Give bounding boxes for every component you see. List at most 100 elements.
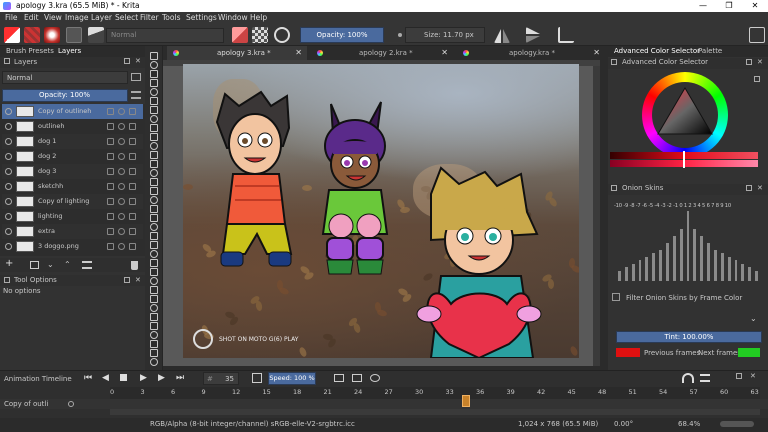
inherit-alpha-icon[interactable] (129, 108, 136, 115)
lock-icon[interactable] (107, 108, 114, 115)
maximize-button[interactable]: ❐ (716, 0, 742, 12)
menu-view[interactable]: View (44, 13, 62, 22)
close-tab-icon[interactable]: ✕ (441, 46, 448, 60)
inherit-alpha-icon[interactable] (129, 123, 136, 130)
layer-filter-icon[interactable] (131, 73, 141, 81)
alpha-lock-icon[interactable] (118, 198, 125, 205)
tab-apology-3[interactable]: apology 3.kra * ✕ (167, 46, 307, 60)
tab-palette[interactable]: Palette (698, 47, 722, 55)
inherit-alpha-icon[interactable] (129, 228, 136, 235)
pan-icon[interactable] (150, 358, 158, 366)
float-dock-icon[interactable] (124, 277, 130, 283)
onion-opacity-bar[interactable] (679, 228, 683, 281)
last-frame-icon[interactable]: ⏭ (176, 373, 184, 383)
close-button[interactable]: ✕ (742, 0, 768, 12)
hue-ring[interactable] (642, 72, 728, 158)
layer-properties-icon[interactable] (82, 261, 92, 269)
alpha-lock-icon[interactable] (118, 213, 125, 220)
freehand-path-icon[interactable] (150, 151, 158, 159)
menu-edit[interactable]: Edit (24, 13, 39, 22)
layer-row[interactable]: lighting (2, 209, 143, 224)
multibrush-icon[interactable] (150, 169, 158, 177)
drop-frames-icon[interactable] (252, 373, 262, 383)
ellipse-select-icon[interactable] (150, 286, 158, 294)
color-picker-icon[interactable] (150, 214, 158, 222)
audio-icon[interactable] (352, 374, 362, 382)
minimize-button[interactable]: — (690, 0, 716, 12)
layer-opacity-slider[interactable]: Opacity: 100% (2, 89, 128, 102)
menu-image[interactable]: Image (65, 13, 89, 22)
alpha-lock-icon[interactable] (118, 138, 125, 145)
eye-icon[interactable] (5, 138, 12, 145)
dock-menu-icon[interactable] (4, 277, 10, 283)
eye-icon[interactable] (5, 213, 12, 220)
gradient-tool-icon[interactable] (150, 205, 158, 213)
onion-opacity-bar[interactable] (638, 260, 642, 281)
canvas-image[interactable]: SHOT ON MOTO G(6) PLAY (183, 64, 579, 358)
fill-icon[interactable] (150, 241, 158, 249)
zoom-slider[interactable] (720, 421, 754, 427)
edit-brush-settings-icon[interactable] (66, 27, 82, 43)
lock-icon[interactable] (107, 228, 114, 235)
lock-icon[interactable] (107, 183, 114, 190)
polygon-icon[interactable] (150, 124, 158, 132)
ellipse-icon[interactable] (150, 115, 158, 123)
wrap-around-icon[interactable] (558, 27, 574, 43)
mirror-horizontal-icon[interactable] (494, 27, 510, 43)
menu-layer[interactable]: Layer (91, 13, 112, 22)
assistant-icon[interactable] (150, 250, 158, 258)
playback-speed-slider[interactable]: Speed: 100 % (268, 372, 316, 385)
add-layer-icon[interactable]: + (5, 258, 13, 269)
alpha-lock-icon[interactable] (118, 123, 125, 130)
float-dock-icon[interactable] (736, 373, 742, 379)
polyline-icon[interactable] (150, 133, 158, 141)
next-frames-color[interactable] (738, 348, 760, 357)
onion-opacity-bar[interactable] (659, 249, 662, 281)
previous-frames-color[interactable] (616, 348, 640, 357)
menu-settings[interactable]: Settings (186, 13, 217, 22)
colorize-mask-icon[interactable] (150, 223, 158, 231)
move-up-icon[interactable]: ⌃ (64, 260, 71, 269)
layer-row[interactable]: dog 2 (2, 149, 143, 164)
close-tab-icon[interactable]: ✕ (295, 46, 302, 60)
timeline-zoom-icon[interactable] (682, 373, 694, 383)
layer-row[interactable]: extra (2, 224, 143, 239)
tab-apology[interactable]: apology.kra * ✕ (457, 46, 605, 60)
onion-opacity-bar[interactable] (727, 256, 731, 281)
onion-opacity-bar[interactable] (714, 249, 717, 281)
lock-icon[interactable] (107, 198, 114, 205)
first-frame-icon[interactable]: ⏮ (84, 373, 92, 383)
onion-opacity-bar[interactable] (748, 267, 752, 281)
tab-advanced-color-selector[interactable]: Advanced Color Selector (614, 47, 700, 55)
alpha-lock-icon[interactable] (118, 228, 125, 235)
text-icon[interactable] (150, 61, 158, 69)
crop-icon[interactable] (150, 196, 158, 204)
freehand-brush-icon[interactable] (150, 88, 158, 96)
layer-row[interactable]: 3 doggo.png (2, 239, 143, 254)
frame-number-field[interactable]: #35 (203, 372, 239, 385)
eye-icon[interactable] (5, 183, 12, 190)
color-settings-icon[interactable] (754, 76, 760, 82)
move-icon[interactable] (150, 187, 158, 195)
onion-opacity-bars[interactable] (616, 211, 760, 283)
workspace-icon[interactable] (749, 27, 765, 43)
onion-opacity-bar[interactable] (693, 228, 697, 281)
slider-cursor[interactable] (683, 151, 685, 168)
similar-select-icon[interactable] (150, 322, 158, 330)
duplicate-layer-icon[interactable] (30, 261, 39, 269)
onion-opacity-bar[interactable] (672, 235, 676, 281)
chevron-down-icon[interactable]: ⌄ (750, 314, 757, 323)
play-icon[interactable]: ▶ (140, 373, 147, 383)
layer-row[interactable]: sketchh (2, 179, 143, 194)
freehand-select-icon[interactable] (150, 304, 158, 312)
inherit-alpha-icon[interactable] (129, 138, 136, 145)
onion-opacity-bar[interactable] (720, 253, 724, 281)
layer-row[interactable]: Copy of outlineh (2, 104, 143, 119)
dock-menu-icon[interactable] (611, 59, 617, 65)
float-dock-icon[interactable] (746, 59, 752, 65)
tab-brush-presets[interactable]: Brush Presets (6, 47, 54, 55)
inherit-alpha-icon[interactable] (129, 243, 136, 250)
magnetic-select-icon[interactable] (150, 340, 158, 348)
zoom-timeline-icon[interactable] (370, 374, 380, 382)
inherit-alpha-icon[interactable] (129, 168, 136, 175)
